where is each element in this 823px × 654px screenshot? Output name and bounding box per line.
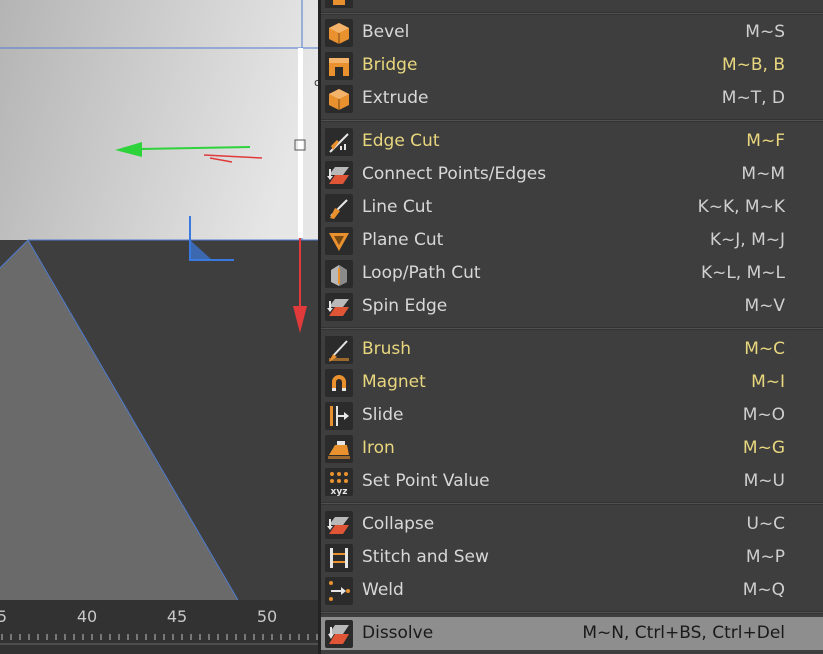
menu-item-shortcut: M~B, B [721, 55, 785, 75]
magnet-icon [325, 369, 353, 397]
menu-item-shortcut: K~K, M~K [697, 197, 785, 217]
slide-icon [325, 402, 353, 430]
menu-item-label: Magnet [362, 372, 426, 392]
edge-cut-icon [325, 128, 353, 156]
menu-item-label: Extrude [362, 88, 429, 108]
viewport-scene: c [0, 0, 320, 600]
menu-item-slide[interactable]: Slide M~O [321, 399, 823, 432]
selected-edge [298, 48, 303, 238]
menu-item-shortcut: M~C [744, 339, 785, 359]
menu-item-weld[interactable]: Weld M~Q [321, 574, 823, 607]
menu-item-stitch-and-sew[interactable]: Stitch and Sew M~P [321, 541, 823, 574]
menu-item-dissolve[interactable]: Dissolve M~N, Ctrl+BS, Ctrl+Del [321, 617, 823, 650]
menu-item-label: Iron [362, 438, 395, 458]
menu-item-shortcut: M~V [744, 296, 785, 316]
iron-icon [325, 435, 353, 463]
timeline-ticks [0, 634, 320, 645]
menu-item-shortcut: M~U [743, 471, 785, 491]
dissolve-icon [325, 620, 353, 648]
menu-item-label: Edge Cut [362, 131, 440, 151]
menu-item-label: Loop/Path Cut [362, 263, 481, 283]
line-cut-icon [325, 194, 353, 222]
menu-item-brush[interactable]: Brush M~C [321, 333, 823, 366]
menu-item-plane-cut[interactable]: Plane Cut K~J, M~J [321, 224, 823, 257]
menu-item-bevel[interactable]: Bevel M~S [321, 16, 823, 49]
spin-edge-icon [325, 293, 353, 321]
menu-item-extrude[interactable]: Extrude M~T, D [321, 82, 823, 115]
menu-item-shortcut: M~Q [742, 580, 785, 600]
menu-item-iron[interactable]: Iron M~G [321, 432, 823, 465]
menu-separator [321, 119, 823, 122]
menu-item-label: Brush [362, 339, 412, 359]
menu-item-label: Slide [362, 405, 404, 425]
menu-item-spin-edge[interactable]: Spin Edge M~V [321, 290, 823, 323]
menu-item-shortcut: M~T, D [721, 88, 785, 108]
wall-surface [0, 0, 320, 240]
menu-item-set-point-value[interactable]: xyz Set Point Value M~U [321, 465, 823, 498]
menu-item-magnet[interactable]: Magnet M~I [321, 366, 823, 399]
menu-item-shortcut: M~N, Ctrl+BS, Ctrl+Del [582, 623, 785, 643]
menu-item-shortcut: M~P [745, 547, 785, 567]
menu-item-label: Set Point Value [362, 471, 490, 491]
menu-item-label: Spin Edge [362, 296, 448, 316]
menu-item-shortcut: M~M [741, 164, 785, 184]
menu-item-loop-path-cut[interactable]: Loop/Path Cut K~L, M~L [321, 257, 823, 290]
menu-separator [321, 502, 823, 505]
menu-item-shortcut: M~S [745, 22, 785, 42]
bevel-icon [325, 19, 353, 47]
menu-item-label: Plane Cut [362, 230, 444, 250]
menu-separator [321, 611, 823, 614]
menu-item-shortcut: M~I [751, 372, 785, 392]
weld-icon [325, 577, 353, 605]
menu-item-label: Line Cut [362, 197, 433, 217]
menu-item-bridge[interactable]: Bridge M~B, B [321, 49, 823, 82]
viewport-3d[interactable]: c [0, 0, 320, 600]
loop-path-cut-icon [325, 260, 353, 288]
menu-item-label: Weld [362, 580, 404, 600]
menu-item-edge-cut[interactable]: Edge Cut M~F [321, 125, 823, 158]
menu-item-label: Collapse [362, 514, 435, 534]
extrude-icon [325, 85, 353, 113]
menu-item-connect-points-edges[interactable]: Connect Points/Edges M~M [321, 158, 823, 191]
collapse-icon [325, 511, 353, 539]
menu-item-shortcut: M~F [746, 131, 785, 151]
brush-icon [325, 336, 353, 364]
set-point-value-icon: xyz [325, 468, 353, 496]
mesh-tools-menu: Bevel M~S Bridge M~B, B Extrude M~T, D Edge Cu… [321, 0, 823, 654]
menu-item-label: Dissolve [362, 623, 434, 643]
svg-text:xyz: xyz [331, 487, 348, 496]
menu-item-shortcut: M~O [742, 405, 785, 425]
menu-item-shortcut: K~J, M~J [709, 230, 785, 250]
stitch-and-sew-icon [325, 544, 353, 572]
menu-separator [321, 12, 823, 15]
menu-item-label: Connect Points/Edges [362, 164, 547, 184]
menu-item-label: Bevel [362, 22, 410, 42]
menu-item-label: Bridge [362, 55, 418, 75]
connect-points-edges-icon [325, 161, 353, 189]
menu-item-label: Stitch and Sew [362, 547, 489, 567]
menu-item-line-cut[interactable]: Line Cut K~K, M~K [321, 191, 823, 224]
menu-item-shortcut: M~G [742, 438, 785, 458]
menu-item-shortcut: U~C [746, 514, 785, 534]
timeline-ruler[interactable]: 5 40 45 50 [0, 600, 320, 654]
menu-item-collapse[interactable]: Collapse U~C [321, 508, 823, 541]
menu-item-shortcut: K~L, M~L [700, 263, 785, 283]
menu-separator [321, 327, 823, 330]
bridge-icon [325, 52, 353, 80]
plane-cut-icon [325, 227, 353, 255]
